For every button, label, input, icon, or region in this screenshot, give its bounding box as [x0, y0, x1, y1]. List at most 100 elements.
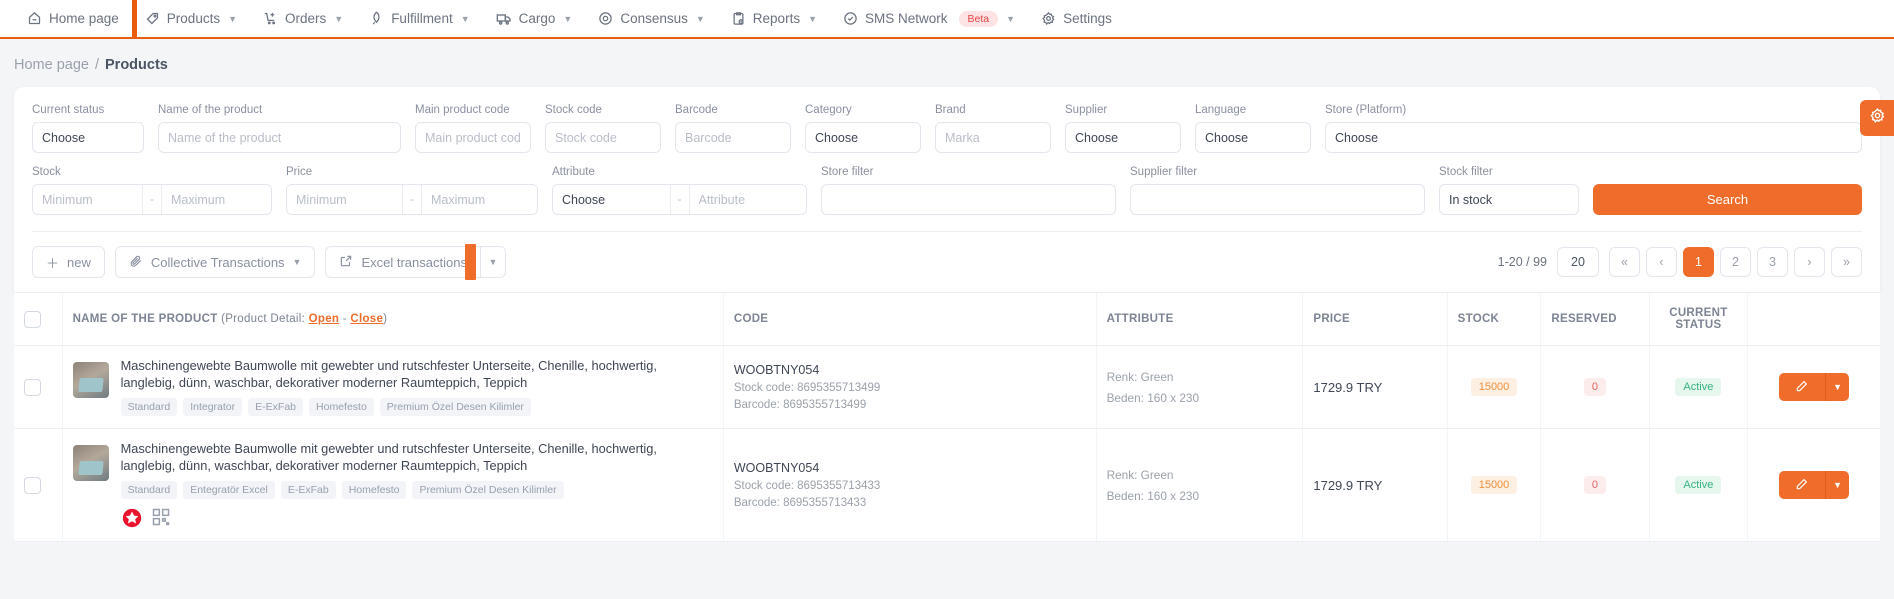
- pager-page-2[interactable]: 2: [1720, 247, 1751, 277]
- stock-min-input[interactable]: [33, 185, 142, 214]
- store-filter-input[interactable]: [821, 184, 1116, 215]
- product-title[interactable]: Maschinengewebte Baumwolle mit gewebter …: [121, 358, 713, 391]
- nav-item-home-page[interactable]: Home page: [14, 0, 132, 38]
- product-detail-open-link[interactable]: Open: [309, 313, 340, 325]
- table-row[interactable]: Maschinengewebte Baumwolle mit gewebter …: [14, 345, 1880, 429]
- nav-item-sms-network[interactable]: SMS Network Beta ▼: [830, 0, 1028, 38]
- product-barcode: Barcode: 8695355713499: [733, 399, 867, 411]
- search-button[interactable]: Search: [1593, 184, 1862, 215]
- edit-product-button[interactable]: [1779, 373, 1826, 401]
- attribute-color: Renk: Green: [1106, 467, 1174, 482]
- row-stock-cell: 15000: [1446, 428, 1541, 542]
- label-current-status: Current status: [32, 104, 105, 116]
- product-tag: E-ExFab: [280, 481, 336, 499]
- nav-item-consensus[interactable]: Consensus ▼: [585, 0, 717, 38]
- language-select[interactable]: [1195, 122, 1311, 153]
- cursor-highlight: [465, 244, 477, 280]
- store-platform-select[interactable]: [1325, 122, 1862, 153]
- header-actions: [1747, 292, 1880, 346]
- settings-fab-button[interactable]: [1860, 100, 1894, 136]
- product-title[interactable]: Maschinengewebte Baumwolle mit gewebter …: [121, 441, 713, 474]
- nav-item-cargo[interactable]: Cargo ▼: [483, 0, 586, 38]
- new-button[interactable]: ＋ new: [32, 246, 105, 278]
- price-range-dash: -: [402, 185, 422, 214]
- pager-page-3[interactable]: 3: [1757, 247, 1788, 277]
- row-reserved-cell: 0: [1540, 345, 1650, 429]
- supplier-filter-input[interactable]: [1130, 184, 1425, 215]
- excel-transactions-dropdown-toggle[interactable]: ▼: [479, 246, 506, 278]
- filter-barcode: Barcode: [675, 103, 791, 153]
- chevron-down-icon: ▼: [695, 13, 705, 24]
- label-barcode: Barcode: [675, 104, 718, 116]
- row-code-cell: WOOBTNY054 Stock code: 8695355713433 Bar…: [722, 428, 1097, 542]
- pager-prev-button[interactable]: ‹: [1646, 247, 1677, 277]
- pager-first-button[interactable]: «: [1609, 247, 1640, 277]
- filter-supplier: Supplier: [1065, 103, 1181, 153]
- product-tag: Premium Özel Desen Kilimler: [412, 481, 564, 499]
- beta-badge: Beta: [958, 10, 999, 27]
- excel-transactions-group: Excel transactions ▼: [325, 244, 506, 280]
- product-tag: Homefesto: [341, 481, 407, 499]
- row-actions-dropdown-toggle[interactable]: ▼: [1825, 471, 1850, 499]
- label-price-range: Price: [286, 166, 313, 178]
- target-icon: [598, 11, 613, 26]
- select-all-checkbox[interactable]: [24, 310, 41, 328]
- nav-item-reports[interactable]: Reports ▼: [718, 0, 830, 38]
- row-price-cell: 1729.9 TRY: [1302, 345, 1448, 429]
- tag-icon: [145, 11, 160, 26]
- breadcrumb-current: Products: [105, 57, 168, 73]
- row-checkbox[interactable]: [24, 378, 41, 396]
- nav-item-fulfillment[interactable]: Fulfillment ▼: [356, 0, 482, 38]
- row-actions-cell: ▼: [1747, 345, 1880, 429]
- per-page-input[interactable]: [1557, 247, 1599, 277]
- filter-price-range: Price -: [286, 165, 538, 215]
- price-min-input[interactable]: [287, 185, 402, 214]
- supplier-select[interactable]: [1065, 122, 1181, 153]
- edit-product-button[interactable]: [1779, 471, 1826, 499]
- stock-code-input[interactable]: [545, 122, 661, 153]
- table-toolbar: ＋ new Collective Transactions ▼ Excel tr…: [32, 231, 1862, 292]
- excel-transactions-button[interactable]: Excel transactions: [325, 246, 480, 278]
- chevron-down-icon: ▼: [228, 13, 237, 24]
- chevron-down-icon: ▼: [1833, 382, 1843, 392]
- pager-page-1[interactable]: 1: [1683, 247, 1714, 277]
- barcode-input[interactable]: [675, 122, 791, 153]
- row-checkbox[interactable]: [24, 476, 41, 494]
- row-product-cell: Maschinengewebte Baumwolle mit gewebter …: [61, 428, 724, 542]
- breadcrumb-home-link[interactable]: Home page: [14, 57, 89, 73]
- filter-row-secondary: Stock - Price - Attribute - Stor: [32, 165, 1862, 215]
- main-product-code-input[interactable]: [415, 122, 531, 153]
- product-detail-close-link[interactable]: Close: [350, 313, 383, 325]
- nav-item-settings[interactable]: Settings: [1028, 0, 1125, 38]
- pager-next-button[interactable]: ›: [1794, 247, 1825, 277]
- stock-filter-select[interactable]: [1439, 184, 1579, 215]
- collective-transactions-button[interactable]: Collective Transactions ▼: [114, 246, 316, 278]
- header-select-all: [14, 292, 63, 346]
- category-select[interactable]: [805, 122, 921, 153]
- label-attribute: Attribute: [552, 166, 595, 178]
- table-row[interactable]: Maschinengewebte Baumwolle mit gewebter …: [14, 428, 1880, 542]
- toolbar-actions: ＋ new Collective Transactions ▼ Excel tr…: [32, 244, 506, 280]
- barcode-qr-icon[interactable]: [151, 507, 173, 529]
- product-thumbnail: [72, 362, 109, 398]
- nav-label-reports: Reports: [752, 11, 801, 26]
- attribute-select[interactable]: [553, 185, 670, 214]
- record-range-text: 1-20 / 99: [1497, 255, 1547, 269]
- product-tag: Standard: [120, 481, 178, 499]
- stock-range-group: -: [32, 184, 272, 215]
- nav-item-orders[interactable]: Orders ▼: [250, 0, 356, 38]
- current-status-select[interactable]: [32, 122, 144, 153]
- products-card: Current status Name of the product Main …: [14, 87, 1880, 292]
- pager-last-button[interactable]: »: [1831, 247, 1862, 277]
- row-actions-dropdown-toggle[interactable]: ▼: [1825, 373, 1850, 401]
- nav-item-products[interactable]: Products ▼: [131, 0, 250, 38]
- filter-language: Language: [1195, 103, 1311, 153]
- chevron-down-icon: ▼: [488, 257, 498, 267]
- product-name-input[interactable]: [158, 122, 401, 153]
- attribute-value-input[interactable]: [689, 185, 806, 214]
- label-store-platform: Store (Platform): [1325, 104, 1407, 116]
- brand-input[interactable]: [935, 122, 1051, 153]
- price-max-input[interactable]: [422, 185, 537, 214]
- marketplace-icon[interactable]: [121, 507, 143, 529]
- stock-max-input[interactable]: [162, 185, 271, 214]
